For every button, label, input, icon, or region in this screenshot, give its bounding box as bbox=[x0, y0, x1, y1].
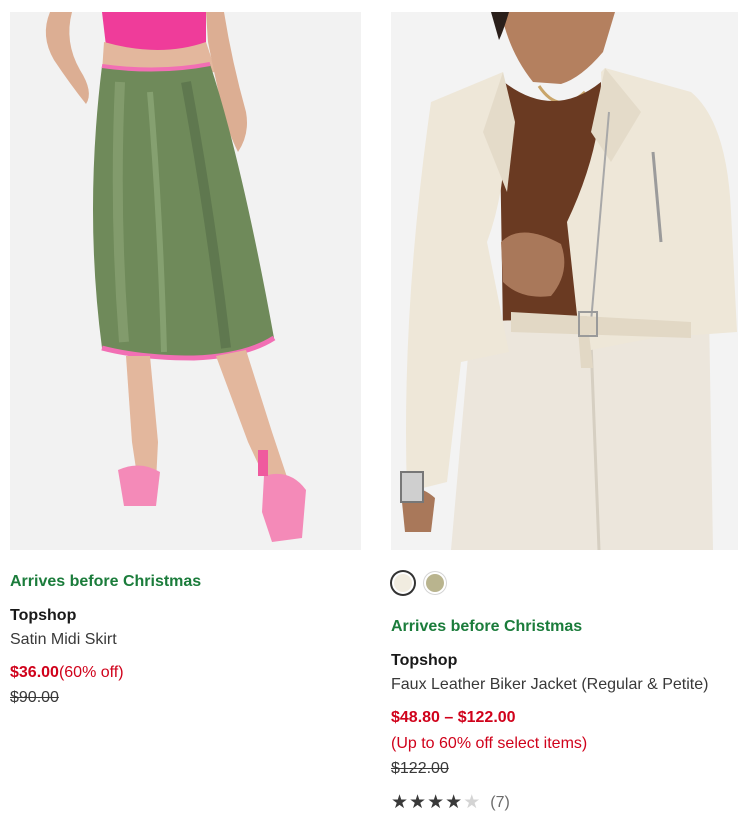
product-image[interactable] bbox=[391, 12, 738, 550]
sale-price: $36.00 bbox=[10, 664, 59, 681]
star-full-icon: ★ bbox=[445, 792, 463, 813]
price-line: $48.80 – $122.00 bbox=[391, 708, 738, 728]
star-full-icon: ★ bbox=[409, 792, 427, 813]
original-price: $90.00 bbox=[10, 689, 59, 706]
star-full-icon: ★ bbox=[391, 792, 409, 813]
color-swatch-khaki[interactable] bbox=[426, 574, 444, 592]
product-photo bbox=[10, 12, 361, 550]
original-price: $122.00 bbox=[391, 760, 449, 777]
product-card-satin-midi-skirt[interactable]: Arrives before Christmas Topshop Satin M… bbox=[10, 0, 361, 708]
product-image[interactable] bbox=[10, 12, 361, 550]
discount-label: (60% off) bbox=[58, 664, 124, 681]
brand-name[interactable]: Topshop bbox=[391, 651, 738, 671]
product-name[interactable]: Satin Midi Skirt bbox=[10, 630, 361, 650]
star-empty-icon: ★ bbox=[463, 792, 481, 813]
review-count: (7) bbox=[490, 794, 510, 811]
color-swatches bbox=[394, 570, 738, 596]
discount-note: (Up to 60% off select items) bbox=[391, 735, 588, 752]
sale-price-range: $48.80 – $122.00 bbox=[391, 709, 516, 726]
product-grid: Arrives before Christmas Topshop Satin M… bbox=[0, 0, 738, 819]
product-name[interactable]: Faux Leather Biker Jacket (Regular & Pet… bbox=[391, 675, 738, 695]
price-line: $36.00(60% off) bbox=[10, 663, 361, 683]
arrival-note: Arrives before Christmas bbox=[391, 618, 583, 635]
product-photo bbox=[391, 12, 738, 550]
rating[interactable]: ★ ★ ★ ★ ★ (7) bbox=[391, 793, 738, 813]
star-rating: ★ ★ ★ ★ ★ bbox=[391, 793, 480, 813]
product-card-faux-leather-biker-jacket[interactable]: Arrives before Christmas Topshop Faux Le… bbox=[391, 0, 738, 813]
color-swatch-cream[interactable] bbox=[394, 574, 412, 592]
brand-name[interactable]: Topshop bbox=[10, 606, 361, 626]
arrival-note: Arrives before Christmas bbox=[10, 573, 202, 590]
star-full-icon: ★ bbox=[427, 792, 445, 813]
